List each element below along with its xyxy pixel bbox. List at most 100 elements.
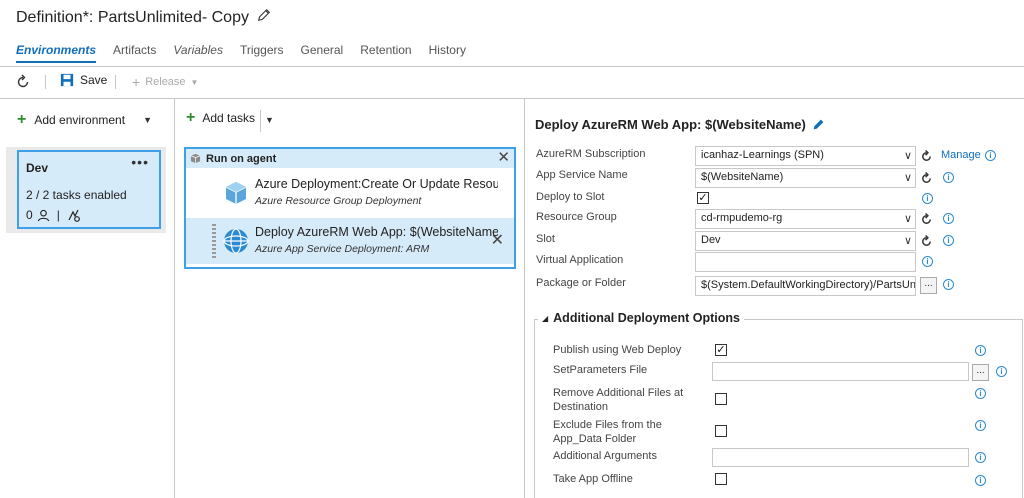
plus-icon: + (17, 111, 27, 128)
deploy-slot-label: Deploy to Slot (536, 191, 605, 203)
plus-icon: + (186, 109, 196, 126)
resource-group-label: Resource Group (536, 211, 617, 223)
tab-general[interactable]: General (301, 43, 344, 63)
info-icon[interactable]: i (943, 235, 954, 246)
task-detail-title: Deploy AzureRM Web App: $(WebsiteName) (535, 117, 825, 132)
drag-handle-icon[interactable] (212, 224, 216, 258)
task-title: Azure Deployment:Create Or Update Resour (255, 177, 498, 191)
package-input[interactable]: $(System.DefaultWorkingDirectory)/PartsU… (695, 276, 916, 296)
additional-arguments-input[interactable] (712, 448, 969, 467)
save-button[interactable]: Save (60, 73, 107, 87)
publish-web-deploy-checkbox[interactable]: ✓ (715, 344, 727, 356)
agent-phase[interactable]: Run on agent ✕ Azure Deployment:Create O… (184, 147, 516, 269)
definition-title: Definition*: PartsUnlimited- Copy (16, 8, 249, 26)
additional-options-header[interactable]: ◢ Additional Deployment Options (538, 311, 744, 325)
refresh-icon[interactable] (920, 150, 933, 163)
azure-resource-group-icon (225, 182, 247, 204)
info-icon[interactable]: i (943, 172, 954, 183)
edit-pencil-icon[interactable] (257, 8, 271, 27)
edit-pencil-icon[interactable] (812, 118, 825, 131)
toolbar-separator (45, 75, 46, 89)
definition-tabs: Environments Artifacts Variables Trigger… (16, 43, 483, 63)
phase-header[interactable]: Run on agent ✕ (186, 149, 514, 168)
refresh-icon[interactable] (920, 172, 933, 185)
save-label: Save (80, 73, 108, 87)
task-item[interactable]: Azure Deployment:Create Or Update Resour… (186, 170, 514, 216)
chevron-down-icon[interactable]: ▼ (143, 115, 152, 125)
setparameters-input[interactable] (712, 362, 969, 381)
person-icon[interactable] (37, 209, 50, 222)
refresh-icon[interactable] (15, 74, 31, 90)
detail-title-text: Deploy AzureRM Web App: $(WebsiteName) (535, 117, 806, 132)
environment-card-dev[interactable]: Dev ••• 2 / 2 tasks enabled 0 | (17, 150, 161, 229)
resource-group-select[interactable]: cd-rmpudemo-rg ∨ (695, 209, 916, 229)
info-icon[interactable]: i (975, 388, 986, 399)
manage-link[interactable]: Manage (941, 149, 981, 161)
info-icon[interactable]: i (975, 475, 986, 486)
slot-value: Dev (701, 234, 721, 246)
release-button[interactable]: + Release ▼ (132, 74, 198, 90)
add-environment-label: Add environment (34, 113, 126, 127)
refresh-icon[interactable] (920, 213, 933, 226)
chevron-down-icon[interactable]: ▼ (265, 115, 274, 125)
browse-button[interactable]: ... (920, 277, 937, 294)
subscription-label: AzureRM Subscription (536, 148, 646, 160)
chevron-down-icon: ∨ (903, 235, 912, 247)
tab-history[interactable]: History (429, 43, 466, 63)
tab-variables[interactable]: Variables (173, 43, 223, 63)
save-icon (60, 73, 74, 87)
info-icon[interactable]: i (975, 452, 986, 463)
release-label: Release (145, 76, 186, 88)
info-icon[interactable]: i (922, 193, 933, 204)
toolbar-separator (115, 75, 116, 89)
approvers-count: 0 (26, 208, 33, 222)
virtual-app-input[interactable] (695, 252, 916, 272)
deployment-trigger-icon[interactable] (67, 208, 81, 222)
add-tasks-separator (260, 110, 261, 132)
exclude-app-data-checkbox[interactable] (715, 425, 727, 437)
info-icon[interactable]: i (975, 345, 986, 356)
virtual-app-label: Virtual Application (536, 254, 624, 266)
tab-triggers[interactable]: Triggers (240, 43, 284, 63)
tab-retention[interactable]: Retention (360, 43, 411, 63)
take-offline-checkbox[interactable] (715, 473, 727, 485)
app-service-select[interactable]: $(WebsiteName) ∨ (695, 168, 916, 188)
info-icon[interactable]: i (985, 150, 996, 161)
tab-environments[interactable]: Environments (16, 43, 97, 63)
publish-web-deploy-label: Publish using Web Deploy (553, 344, 682, 356)
info-icon[interactable]: i (922, 256, 933, 267)
subscription-value: icanhaz-Learnings (SPN) (701, 149, 824, 161)
environment-status: 0 | (26, 208, 81, 222)
package-value: $(System.DefaultWorkingDirectory)/PartsU… (701, 279, 916, 291)
refresh-icon[interactable] (920, 235, 933, 248)
add-environment-button[interactable]: + Add environment ▼ (17, 112, 152, 128)
app-service-value: $(WebsiteName) (701, 171, 784, 183)
slot-label: Slot (536, 233, 555, 245)
column-divider (524, 99, 525, 498)
browse-button[interactable]: ... (972, 364, 989, 381)
info-icon[interactable]: i (943, 279, 954, 290)
close-icon[interactable]: ✕ (497, 150, 510, 165)
remove-files-checkbox[interactable] (715, 393, 727, 405)
azure-app-service-icon (223, 228, 249, 254)
task-subtitle: Azure App Service Deployment: ARM (255, 243, 430, 255)
info-icon[interactable]: i (975, 420, 986, 431)
tab-artifacts[interactable]: Artifacts (113, 43, 156, 63)
toolbar: Save + Release ▼ (0, 67, 1024, 97)
info-icon[interactable]: i (943, 213, 954, 224)
subscription-select[interactable]: icanhaz-Learnings (SPN) ∨ (695, 146, 916, 166)
toolbar-divider-bottom (0, 98, 1024, 99)
task-subtitle: Azure Resource Group Deployment (255, 195, 422, 207)
resource-group-value: cd-rmpudemo-rg (701, 212, 783, 224)
close-icon[interactable]: ✕ (491, 230, 504, 250)
collapse-triangle-icon: ◢ (542, 313, 549, 323)
task-item-selected[interactable]: Deploy AzureRM Web App: $(WebsiteName Az… (186, 218, 514, 264)
add-tasks-button[interactable]: + Add tasks (186, 110, 255, 126)
info-icon[interactable]: i (996, 366, 1007, 377)
chevron-down-icon: ∨ (903, 150, 912, 162)
slot-select[interactable]: Dev ∨ (695, 231, 916, 251)
additional-arguments-label: Additional Arguments (553, 450, 657, 462)
separator: | (56, 208, 60, 222)
more-options-icon[interactable]: ••• (131, 154, 149, 170)
deploy-slot-checkbox[interactable]: ✓ (697, 192, 709, 204)
